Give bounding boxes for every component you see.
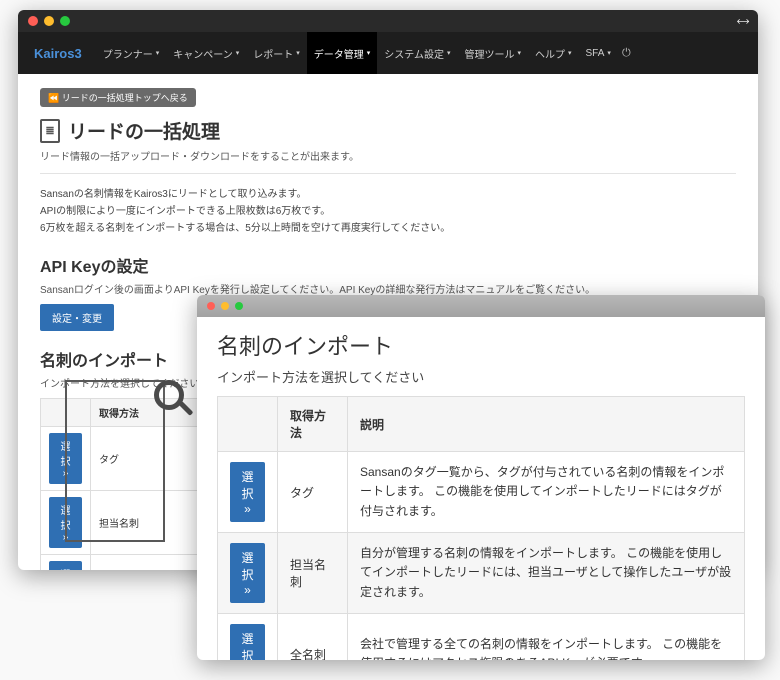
th-blank	[218, 397, 278, 452]
back-link[interactable]: ⏪ リードの一括処理トップへ戻る	[40, 88, 196, 107]
window-controls-zoom	[207, 302, 243, 310]
nav-label: プランナー	[103, 46, 153, 61]
caret-icon: ▾	[156, 49, 160, 57]
nav-report[interactable]: レポート▾	[246, 32, 307, 74]
nav-label: ヘルプ	[535, 46, 565, 61]
select-button-owned[interactable]: 選択 »	[49, 497, 82, 548]
nav-label: システム設定	[384, 46, 444, 61]
page-title: リードの一括処理	[68, 117, 220, 144]
caret-icon: ▾	[568, 49, 572, 57]
titlebar-zoom	[197, 295, 765, 317]
minimize-dot[interactable]	[44, 16, 54, 26]
desc-cell: Sansanのタグ一覧から、タグが付与されている名刺の情報をインポートします。 …	[348, 452, 745, 533]
th-method: 取得方法	[278, 397, 348, 452]
select-button-tag[interactable]: 選択 »	[49, 433, 82, 484]
nav-planner[interactable]: プランナー▾	[96, 32, 167, 74]
maximize-dot[interactable]	[235, 302, 243, 310]
divider	[40, 173, 736, 174]
close-dot[interactable]	[28, 16, 38, 26]
table-row: 選択 » 全名刺 会社で管理する全ての名刺の情報をインポートします。 この機能を…	[218, 614, 745, 661]
titlebar-main: ⤢	[18, 10, 758, 32]
minimize-dot[interactable]	[221, 302, 229, 310]
nav-label: レポート	[253, 46, 293, 61]
zoom-window: 名刺のインポート インポート方法を選択してください 取得方法 説明 選択 » タ…	[197, 295, 765, 660]
page-title-row: ≣ リードの一括処理	[40, 117, 736, 144]
nav-label: データ管理	[314, 46, 364, 61]
method-cell: タグ	[278, 452, 348, 533]
select-button-tag[interactable]: 選択 »	[230, 462, 265, 522]
desc-cell: 会社で管理する全ての名刺の情報をインポートします。 この機能を使用するにはアクセ…	[348, 614, 745, 661]
method-cell: 全名刺	[278, 614, 348, 661]
th-blank	[41, 399, 91, 427]
expand-icon[interactable]: ⤢	[734, 13, 751, 30]
zoom-subtitle: インポート方法を選択してください	[217, 367, 745, 386]
nav-label: SFA	[586, 48, 605, 59]
zoom-title: 名刺のインポート	[217, 329, 745, 361]
document-icon: ≣	[40, 119, 60, 143]
desc-line-1: Sansanの名刺情報をKairos3にリードとして取り込みます。	[40, 186, 736, 203]
section-apikey-title: API Keyの設定	[40, 253, 736, 277]
th-desc: 説明	[348, 397, 745, 452]
table-row: 選択 » タグ Sansanのタグ一覧から、タグが付与されている名刺の情報をイン…	[218, 452, 745, 533]
brand-logo[interactable]: Kairos3	[34, 46, 82, 61]
caret-icon: ▾	[296, 49, 300, 57]
desc-line-2: APIの制限により一度にインポートできる上限枚数は6万枚です。	[40, 203, 736, 220]
power-icon[interactable]: ⏻	[622, 47, 631, 60]
table-row: 選択 » 担当名刺 自分が管理する名刺の情報をインポートします。 この機能を使用…	[218, 533, 745, 614]
caret-icon: ▾	[607, 49, 611, 57]
maximize-dot[interactable]	[60, 16, 70, 26]
table-header-row: 取得方法 説明	[218, 397, 745, 452]
page-subtitle: リード情報の一括アップロード・ダウンロードをすることが出来ます。	[40, 148, 736, 163]
nav-sfa[interactable]: SFA▾	[579, 32, 618, 74]
caret-icon: ▾	[517, 49, 521, 57]
nav-data-management[interactable]: データ管理▾	[307, 32, 378, 74]
nav-campaign[interactable]: キャンペーン▾	[166, 32, 246, 74]
select-button-all[interactable]: 選択 »	[230, 624, 265, 660]
nav-label: キャンペーン	[173, 46, 233, 61]
close-dot[interactable]	[207, 302, 215, 310]
nav-help[interactable]: ヘルプ▾	[528, 32, 579, 74]
apikey-configure-button[interactable]: 設定・変更	[40, 304, 114, 331]
import-table-zoom: 取得方法 説明 選択 » タグ Sansanのタグ一覧から、タグが付与されている…	[217, 396, 745, 660]
desc-cell: 自分が管理する名刺の情報をインポートします。 この機能を使用してインポートしたリ…	[348, 533, 745, 614]
select-button-owned[interactable]: 選択 »	[230, 543, 265, 603]
nav-admin-tools[interactable]: 管理ツール▾	[457, 32, 528, 74]
window-controls	[28, 16, 70, 26]
section-apikey-desc: Sansanログイン後の画面よりAPI Keyを発行し設定してください。API …	[40, 281, 736, 296]
top-navbar: Kairos3 プランナー▾ キャンペーン▾ レポート▾ データ管理▾ システム…	[18, 32, 758, 74]
select-button-all[interactable]: 選択 »	[49, 561, 82, 570]
nav-label: 管理ツール	[464, 46, 514, 61]
caret-icon: ▾	[447, 49, 451, 57]
zoom-body: 名刺のインポート インポート方法を選択してください 取得方法 説明 選択 » タ…	[197, 317, 765, 660]
caret-icon: ▾	[236, 49, 240, 57]
nav-system-settings[interactable]: システム設定▾	[377, 32, 457, 74]
caret-icon: ▾	[367, 49, 371, 57]
desc-line-3: 6万枚を超える名刺をインポートする場合は、5分以上時間を空けて再度実行してくださ…	[40, 220, 736, 237]
method-cell: 担当名刺	[278, 533, 348, 614]
